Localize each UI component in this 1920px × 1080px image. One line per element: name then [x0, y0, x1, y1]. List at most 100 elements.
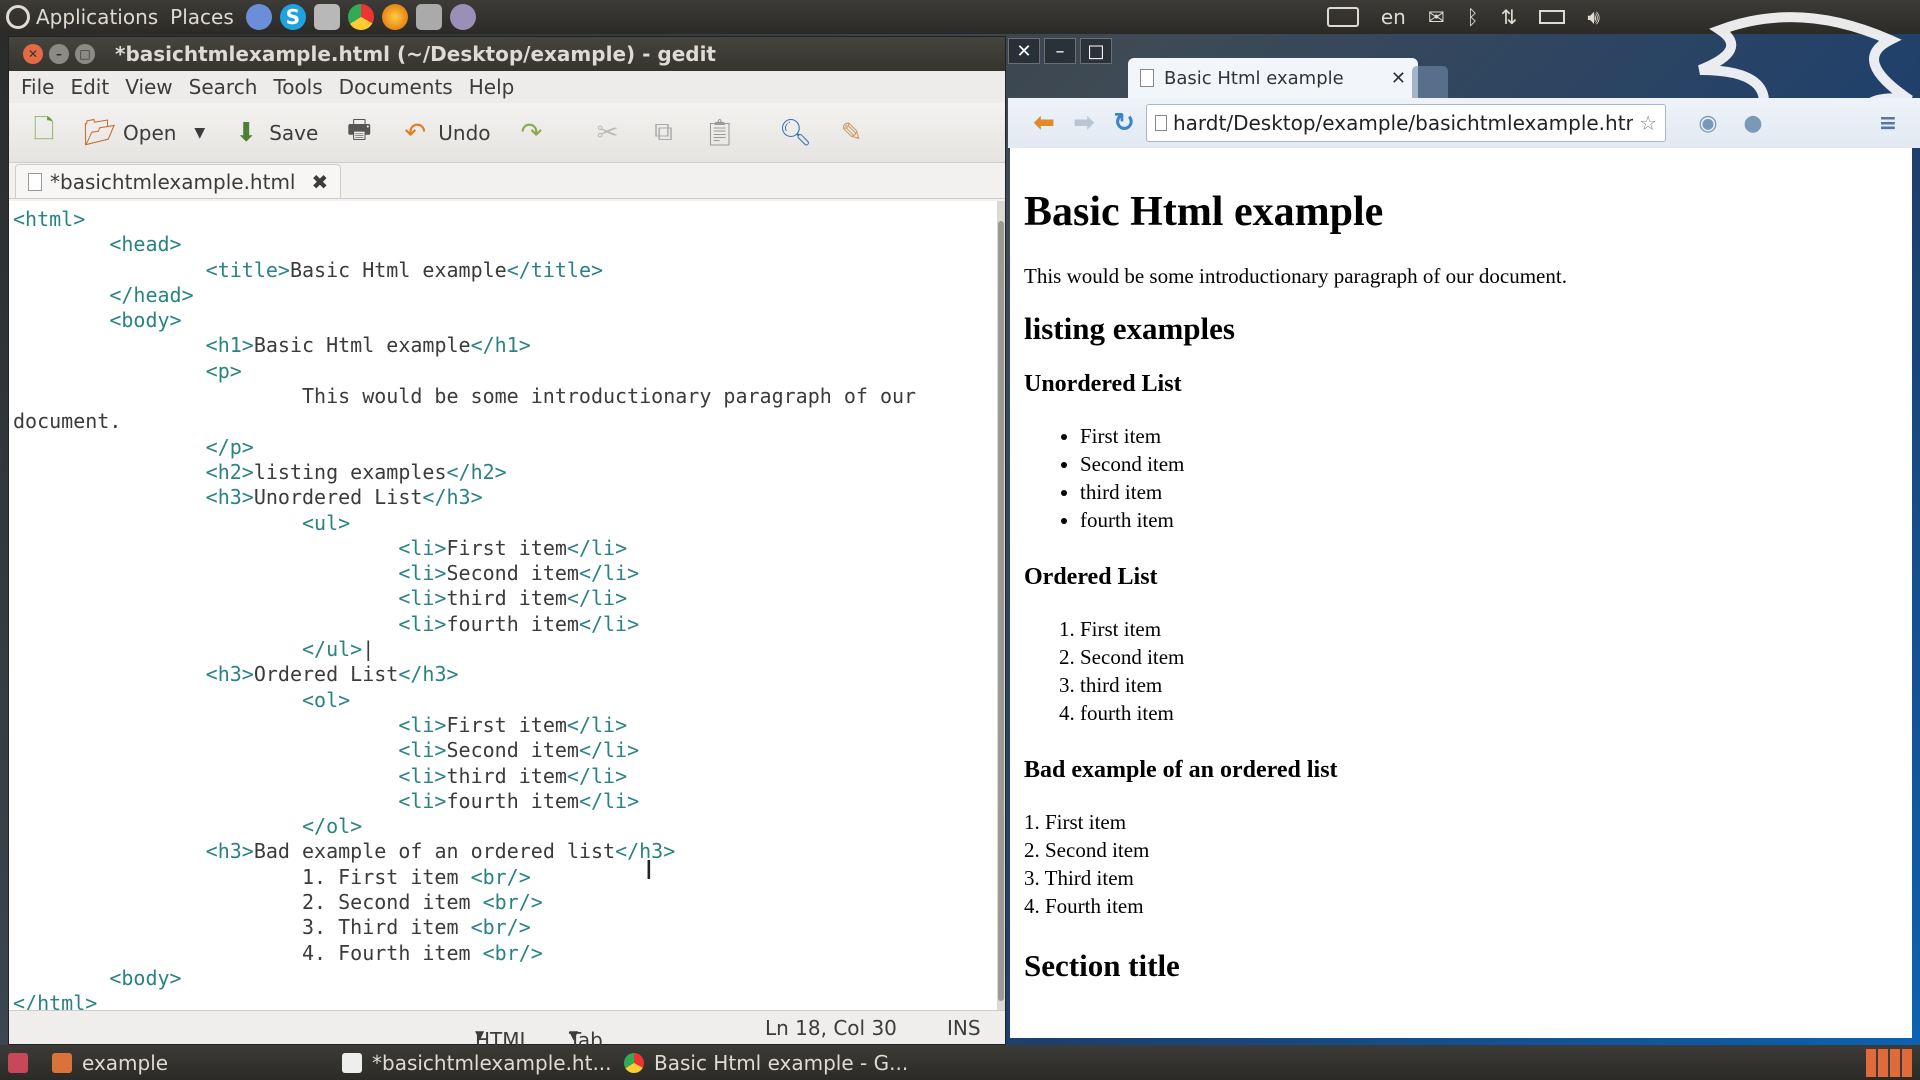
browser-tab[interactable]: Basic Html example ✕ — [1128, 58, 1418, 98]
places-menu[interactable]: Places — [164, 0, 240, 34]
tab-basichtmlexample[interactable]: *basichtmlexample.html ✖ — [15, 164, 342, 198]
gedit-window: ✕ – □ *basichtmlexample.html (~/Desktop/… — [8, 36, 1006, 1080]
replace-button[interactable]: ✎ — [829, 109, 875, 157]
task-browser[interactable]: Basic Html example - G... — [624, 1045, 908, 1080]
reload-button[interactable]: ↻ — [1104, 103, 1144, 143]
code-tag: <h1> — [205, 333, 254, 358]
extension-icon[interactable]: ◉ — [1688, 103, 1728, 143]
code-tag: <br/> — [470, 915, 531, 940]
unordered-list: First item Second item third item fourth… — [1080, 422, 1912, 534]
code-tag: <h3> — [205, 662, 254, 687]
keyboard-icon[interactable] — [1326, 7, 1359, 27]
code-editor[interactable]: <html> <head> <title>Basic Html example<… — [9, 201, 999, 1011]
scrollbar-thumb[interactable] — [998, 221, 1004, 1001]
print-button[interactable]: 🖶 — [336, 109, 382, 157]
redo-button[interactable]: ↷ — [509, 109, 555, 157]
list-item: 3. Third item — [1024, 866, 1134, 890]
bluetooth-icon[interactable]: ᛒ — [1467, 5, 1479, 29]
maximize-button[interactable]: □ — [75, 44, 95, 64]
close-button[interactable]: ✕ — [23, 44, 43, 64]
cut-button[interactable]: ✂ — [585, 109, 631, 157]
battery-icon[interactable] — [1539, 10, 1566, 24]
copy-button[interactable]: ⧉ — [641, 109, 687, 157]
applications-label: Applications — [36, 5, 159, 29]
pidgin-icon[interactable] — [313, 4, 340, 30]
open-button[interactable]: 📂︎ Open ▼ — [77, 109, 213, 157]
browser-icon[interactable] — [245, 4, 272, 30]
address-bar[interactable]: hardt/Desktop/example/basichtmlexample.h… — [1146, 104, 1666, 142]
browser-tab-close-icon[interactable]: ✕ — [1391, 68, 1406, 89]
show-desktop-button[interactable] — [8, 1045, 28, 1080]
volume-icon[interactable]: 🔊︎ — [1587, 5, 1600, 29]
code-tag: <br/> — [482, 890, 543, 915]
code-tag: </li> — [566, 712, 628, 737]
applications-menu[interactable]: Applications — [0, 0, 164, 34]
code-tag: </li> — [578, 561, 640, 586]
window-title: *basichtmlexample.html (~/Desktop/exampl… — [115, 42, 716, 66]
mail-icon[interactable]: ✉ — [1428, 5, 1445, 29]
minimize-button[interactable]: – — [49, 44, 69, 64]
code-text: Basic Html example — [253, 333, 471, 358]
list-item: 2. Second item — [1024, 838, 1150, 862]
back-button[interactable]: ⬅ — [1024, 103, 1064, 143]
workspace-switcher-icon — [1866, 1048, 1912, 1077]
code-line: </p> — [13, 435, 999, 460]
open-dropdown-icon[interactable]: ▼ — [194, 125, 205, 141]
web-page: Basic Html example This would be some in… — [1010, 148, 1912, 1038]
gedit-titlebar[interactable]: ✕ – □ *basichtmlexample.html (~/Desktop/… — [9, 37, 1005, 71]
gimp-icon[interactable] — [449, 4, 476, 30]
editor-scrollbar[interactable] — [997, 201, 1005, 1011]
new-button[interactable]: 🗋 — [21, 109, 67, 157]
code-line: 1. First item <br/> — [13, 865, 999, 890]
statusbar: HTML ▼ Tab Width: 8 ▼ Ln 18, Col 30 INS — [9, 1010, 1005, 1080]
chrome-icon[interactable] — [347, 4, 374, 30]
network-icon[interactable]: ⇅ — [1501, 5, 1518, 29]
code-tag: <li> — [398, 611, 447, 636]
list-item: 4. Fourth item — [1024, 894, 1144, 918]
code-text: 2. Second item — [13, 890, 483, 915]
new-tab-button[interactable] — [1412, 66, 1448, 98]
wrench-icon[interactable]: ≡ — [1868, 103, 1908, 143]
list-item: Second item — [1080, 643, 1912, 671]
menu-file[interactable]: File — [15, 73, 60, 101]
browser-window-controls: ✕ – □ — [1008, 38, 1112, 64]
tab-close-icon[interactable]: ✖ — [311, 170, 328, 194]
browser-maximize-button[interactable]: □ — [1080, 38, 1112, 64]
menu-edit[interactable]: Edit — [64, 73, 115, 101]
code-text: Basic Html example — [289, 257, 507, 282]
menu-search[interactable]: Search — [183, 73, 264, 101]
paste-button[interactable]: 📋︎ — [697, 109, 743, 157]
browser-close-button[interactable]: ✕ — [1008, 38, 1040, 64]
code-tag: <li> — [398, 561, 447, 586]
menu-view[interactable]: View — [119, 73, 178, 101]
browser-minimize-button[interactable]: – — [1044, 38, 1076, 64]
skype-icon[interactable]: S — [279, 4, 306, 30]
menu-documents[interactable]: Documents — [333, 73, 459, 101]
terminal-icon[interactable] — [415, 4, 442, 30]
menu-help[interactable]: Help — [463, 73, 521, 101]
menu-tools[interactable]: Tools — [267, 73, 328, 101]
firefox-icon[interactable] — [381, 4, 408, 30]
code-tag: <body> — [109, 308, 182, 333]
undo-button[interactable]: ↶ Undo — [392, 109, 498, 157]
undo-label: Undo — [438, 120, 491, 145]
task-example[interactable]: example — [52, 1045, 168, 1080]
code-line: <body> — [13, 966, 999, 991]
forward-button[interactable]: ➡ — [1064, 103, 1104, 143]
code-tag: </li> — [578, 611, 640, 636]
bookmark-star-icon[interactable]: ☆ — [1639, 111, 1657, 135]
workspace-switcher[interactable] — [1866, 1045, 1912, 1080]
keyboard-layout[interactable]: en — [1381, 5, 1406, 29]
extension-2-icon[interactable]: ● — [1733, 103, 1773, 143]
task-gedit[interactable]: *basichtmlexample.ht... — [342, 1045, 612, 1080]
save-button[interactable]: ⬇ Save — [223, 109, 326, 157]
find-button[interactable]: 🔍︎ — [773, 109, 819, 157]
